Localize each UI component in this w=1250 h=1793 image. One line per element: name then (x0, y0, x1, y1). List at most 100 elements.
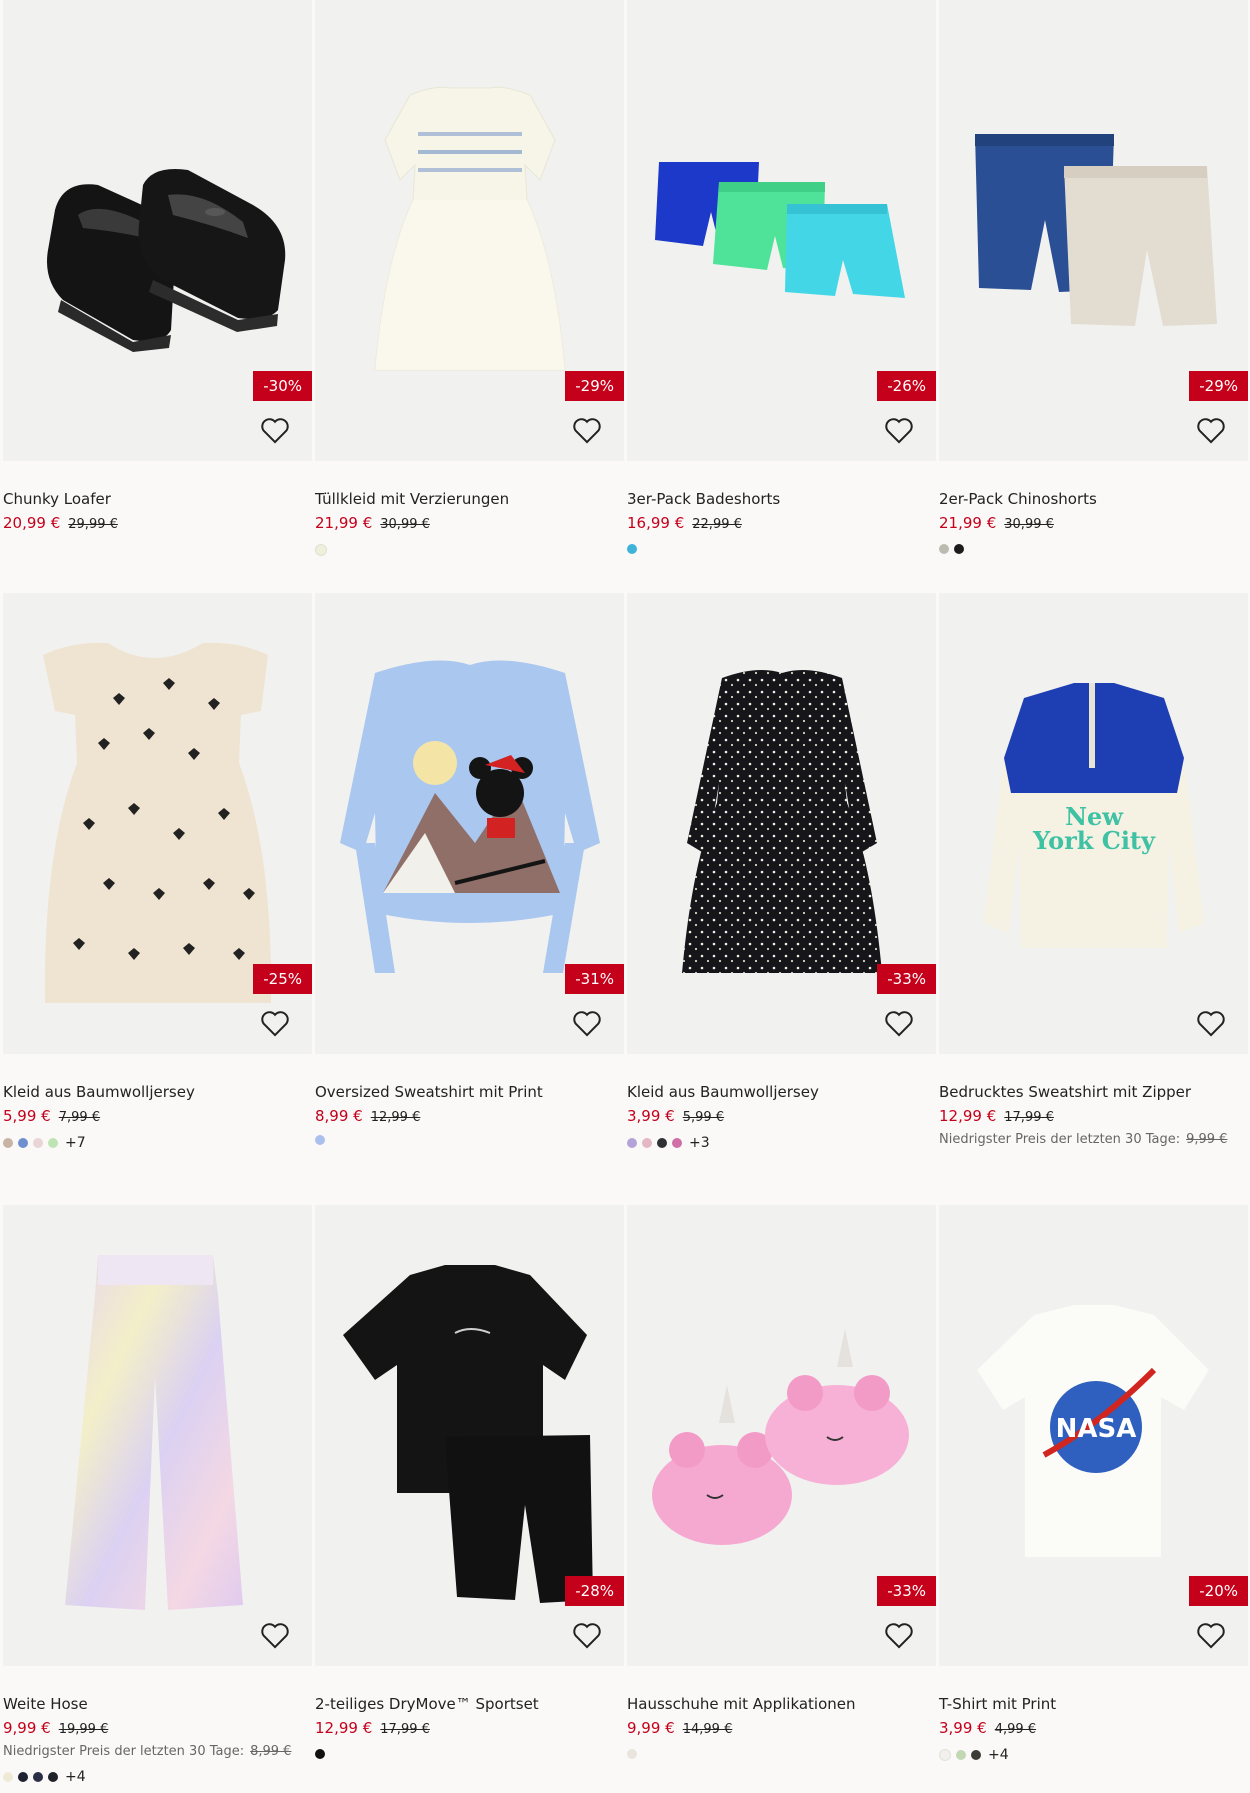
favorite-button[interactable] (570, 1618, 604, 1652)
original-price: 12,99 € (370, 1110, 421, 1125)
product-card[interactable]: -33% Kleid aus Baumwolljersey 3,99 € 5,99… (627, 593, 936, 1151)
product-image[interactable]: New York City (939, 593, 1248, 1054)
product-image[interactable]: NASA -20% (939, 1205, 1248, 1666)
favorite-button[interactable] (258, 1006, 292, 1040)
sale-price: 8,99 € (315, 1107, 363, 1125)
product-image[interactable]: -28% (315, 1205, 624, 1666)
more-colors-count[interactable]: +7 (65, 1135, 86, 1151)
product-image[interactable]: -33% (627, 593, 936, 1054)
color-swatch[interactable] (3, 1138, 13, 1148)
color-swatch[interactable] (3, 1772, 13, 1782)
sale-price: 9,99 € (627, 1719, 675, 1737)
heart-outline-icon (1197, 1011, 1225, 1037)
product-card[interactable]: -31% Oversized Sweatshirt mit Print 8,99… (315, 593, 624, 1145)
product-price: 21,99 € 30,99 € (315, 514, 430, 532)
product-title[interactable]: 2-teiliges DryMove™ Sportset (315, 1695, 539, 1713)
product-card[interactable]: -29% 2er-Pack Chinoshorts 21,99 € 30,99 € (939, 0, 1248, 554)
favorite-button[interactable] (258, 413, 292, 447)
product-title[interactable]: Tüllkleid mit Verzierungen (315, 490, 509, 508)
product-card[interactable]: New York City Bedrucktes Sweatshirt mit … (939, 593, 1248, 1147)
original-price: 17,99 € (380, 1722, 430, 1737)
favorite-button[interactable] (882, 413, 916, 447)
product-price: 21,99 € 30,99 € (939, 514, 1054, 532)
product-card[interactable]: -28% 2-teiliges DryMove™ Sportset 12,99 … (315, 1205, 624, 1759)
color-swatch[interactable] (18, 1138, 28, 1148)
discount-badge: -29% (1189, 371, 1248, 401)
sale-price: 20,99 € (3, 514, 61, 532)
sale-price: 9,99 € (3, 1719, 51, 1737)
product-title[interactable]: Oversized Sweatshirt mit Print (315, 1083, 543, 1101)
color-swatches: +7 (3, 1135, 86, 1151)
product-image[interactable]: -31% (315, 593, 624, 1054)
product-image[interactable]: -30% (3, 0, 312, 461)
more-colors-count[interactable]: +4 (988, 1747, 1009, 1763)
product-title[interactable]: 3er-Pack Badeshorts (627, 490, 780, 508)
color-swatch[interactable] (33, 1772, 43, 1782)
product-card[interactable]: -30% Chunky Loafer 20,99 € 29,99 € (3, 0, 312, 532)
color-swatch[interactable] (954, 544, 964, 554)
favorite-button[interactable] (570, 413, 604, 447)
product-card[interactable]: Weite Hose 9,99 € 19,99 € Niedrigster Pre… (3, 1205, 312, 1785)
color-swatches (315, 544, 332, 556)
discount-badge: -20% (1189, 1576, 1248, 1606)
original-price: 30,99 € (1004, 517, 1054, 532)
color-swatch[interactable] (627, 1138, 637, 1148)
color-swatch[interactable] (627, 544, 637, 554)
color-swatch[interactable] (33, 1138, 43, 1148)
color-swatch[interactable] (48, 1138, 58, 1148)
color-swatch[interactable] (48, 1772, 58, 1782)
favorite-button[interactable] (882, 1618, 916, 1652)
product-card[interactable]: NASA -20% T-Shirt mit Print 3,99 € 4,99 €… (939, 1205, 1248, 1763)
color-swatch[interactable] (939, 544, 949, 554)
favorite-button[interactable] (1194, 1006, 1228, 1040)
product-card[interactable]: -26% 3er-Pack Badeshorts 16,99 € 22,99 € (627, 0, 936, 554)
product-card[interactable]: -29% Tüllkleid mit Verzierungen 21,99 € 3… (315, 0, 624, 556)
product-image[interactable]: -33% (627, 1205, 936, 1666)
color-swatch[interactable] (18, 1772, 28, 1782)
heart-outline-icon (1197, 1623, 1225, 1649)
product-title[interactable]: Chunky Loafer (3, 490, 111, 508)
product-image[interactable]: -29% (315, 0, 624, 461)
product-title[interactable]: Kleid aus Baumwolljersey (3, 1083, 195, 1101)
color-swatch[interactable] (971, 1750, 981, 1760)
product-image[interactable]: -26% (627, 0, 936, 461)
product-card[interactable]: -25% Kleid aus Baumwolljersey 5,99 € 7,99… (3, 593, 312, 1151)
color-swatch[interactable] (672, 1138, 682, 1148)
color-swatch[interactable] (939, 1749, 951, 1761)
favorite-button[interactable] (258, 1618, 292, 1652)
original-price: 5,99 € (682, 1110, 725, 1125)
discount-badge: -33% (877, 1576, 936, 1606)
heart-outline-icon (885, 1011, 913, 1037)
color-swatch[interactable] (315, 1135, 325, 1145)
heart-outline-icon (885, 418, 913, 444)
color-swatch[interactable] (956, 1750, 966, 1760)
color-swatch[interactable] (315, 544, 327, 556)
color-swatch[interactable] (642, 1138, 652, 1148)
product-image[interactable]: -29% (939, 0, 1248, 461)
favorite-button[interactable] (1194, 1618, 1228, 1652)
color-swatch[interactable] (315, 1749, 325, 1759)
product-image[interactable]: -25% (3, 593, 312, 1054)
product-title[interactable]: Bedrucktes Sweatshirt mit Zipper (939, 1083, 1191, 1101)
color-swatch[interactable] (627, 1749, 637, 1759)
more-colors-count[interactable]: +3 (689, 1135, 710, 1151)
more-colors-count[interactable]: +4 (65, 1769, 86, 1785)
favorite-button[interactable] (1194, 413, 1228, 447)
favorite-button[interactable] (882, 1006, 916, 1040)
heart-outline-icon (261, 418, 289, 444)
color-swatches (627, 544, 642, 554)
product-title[interactable]: Hausschuhe mit Applikationen (627, 1695, 856, 1713)
product-title[interactable]: 2er-Pack Chinoshorts (939, 490, 1097, 508)
product-title[interactable]: Kleid aus Baumwolljersey (627, 1083, 819, 1101)
product-card[interactable]: -33% Hausschuhe mit Applikationen 9,99 €… (627, 1205, 936, 1759)
svg-text:York City: York City (1032, 826, 1156, 855)
product-price: 3,99 € 4,99 € (939, 1719, 1036, 1737)
product-title[interactable]: Weite Hose (3, 1695, 88, 1713)
color-swatches: +4 (939, 1747, 1009, 1763)
product-image[interactable] (3, 1205, 312, 1666)
favorite-button[interactable] (570, 1006, 604, 1040)
color-swatch[interactable] (657, 1138, 667, 1148)
discount-badge: -30% (253, 371, 312, 401)
product-title[interactable]: T-Shirt mit Print (939, 1695, 1056, 1713)
heart-outline-icon (885, 1623, 913, 1649)
